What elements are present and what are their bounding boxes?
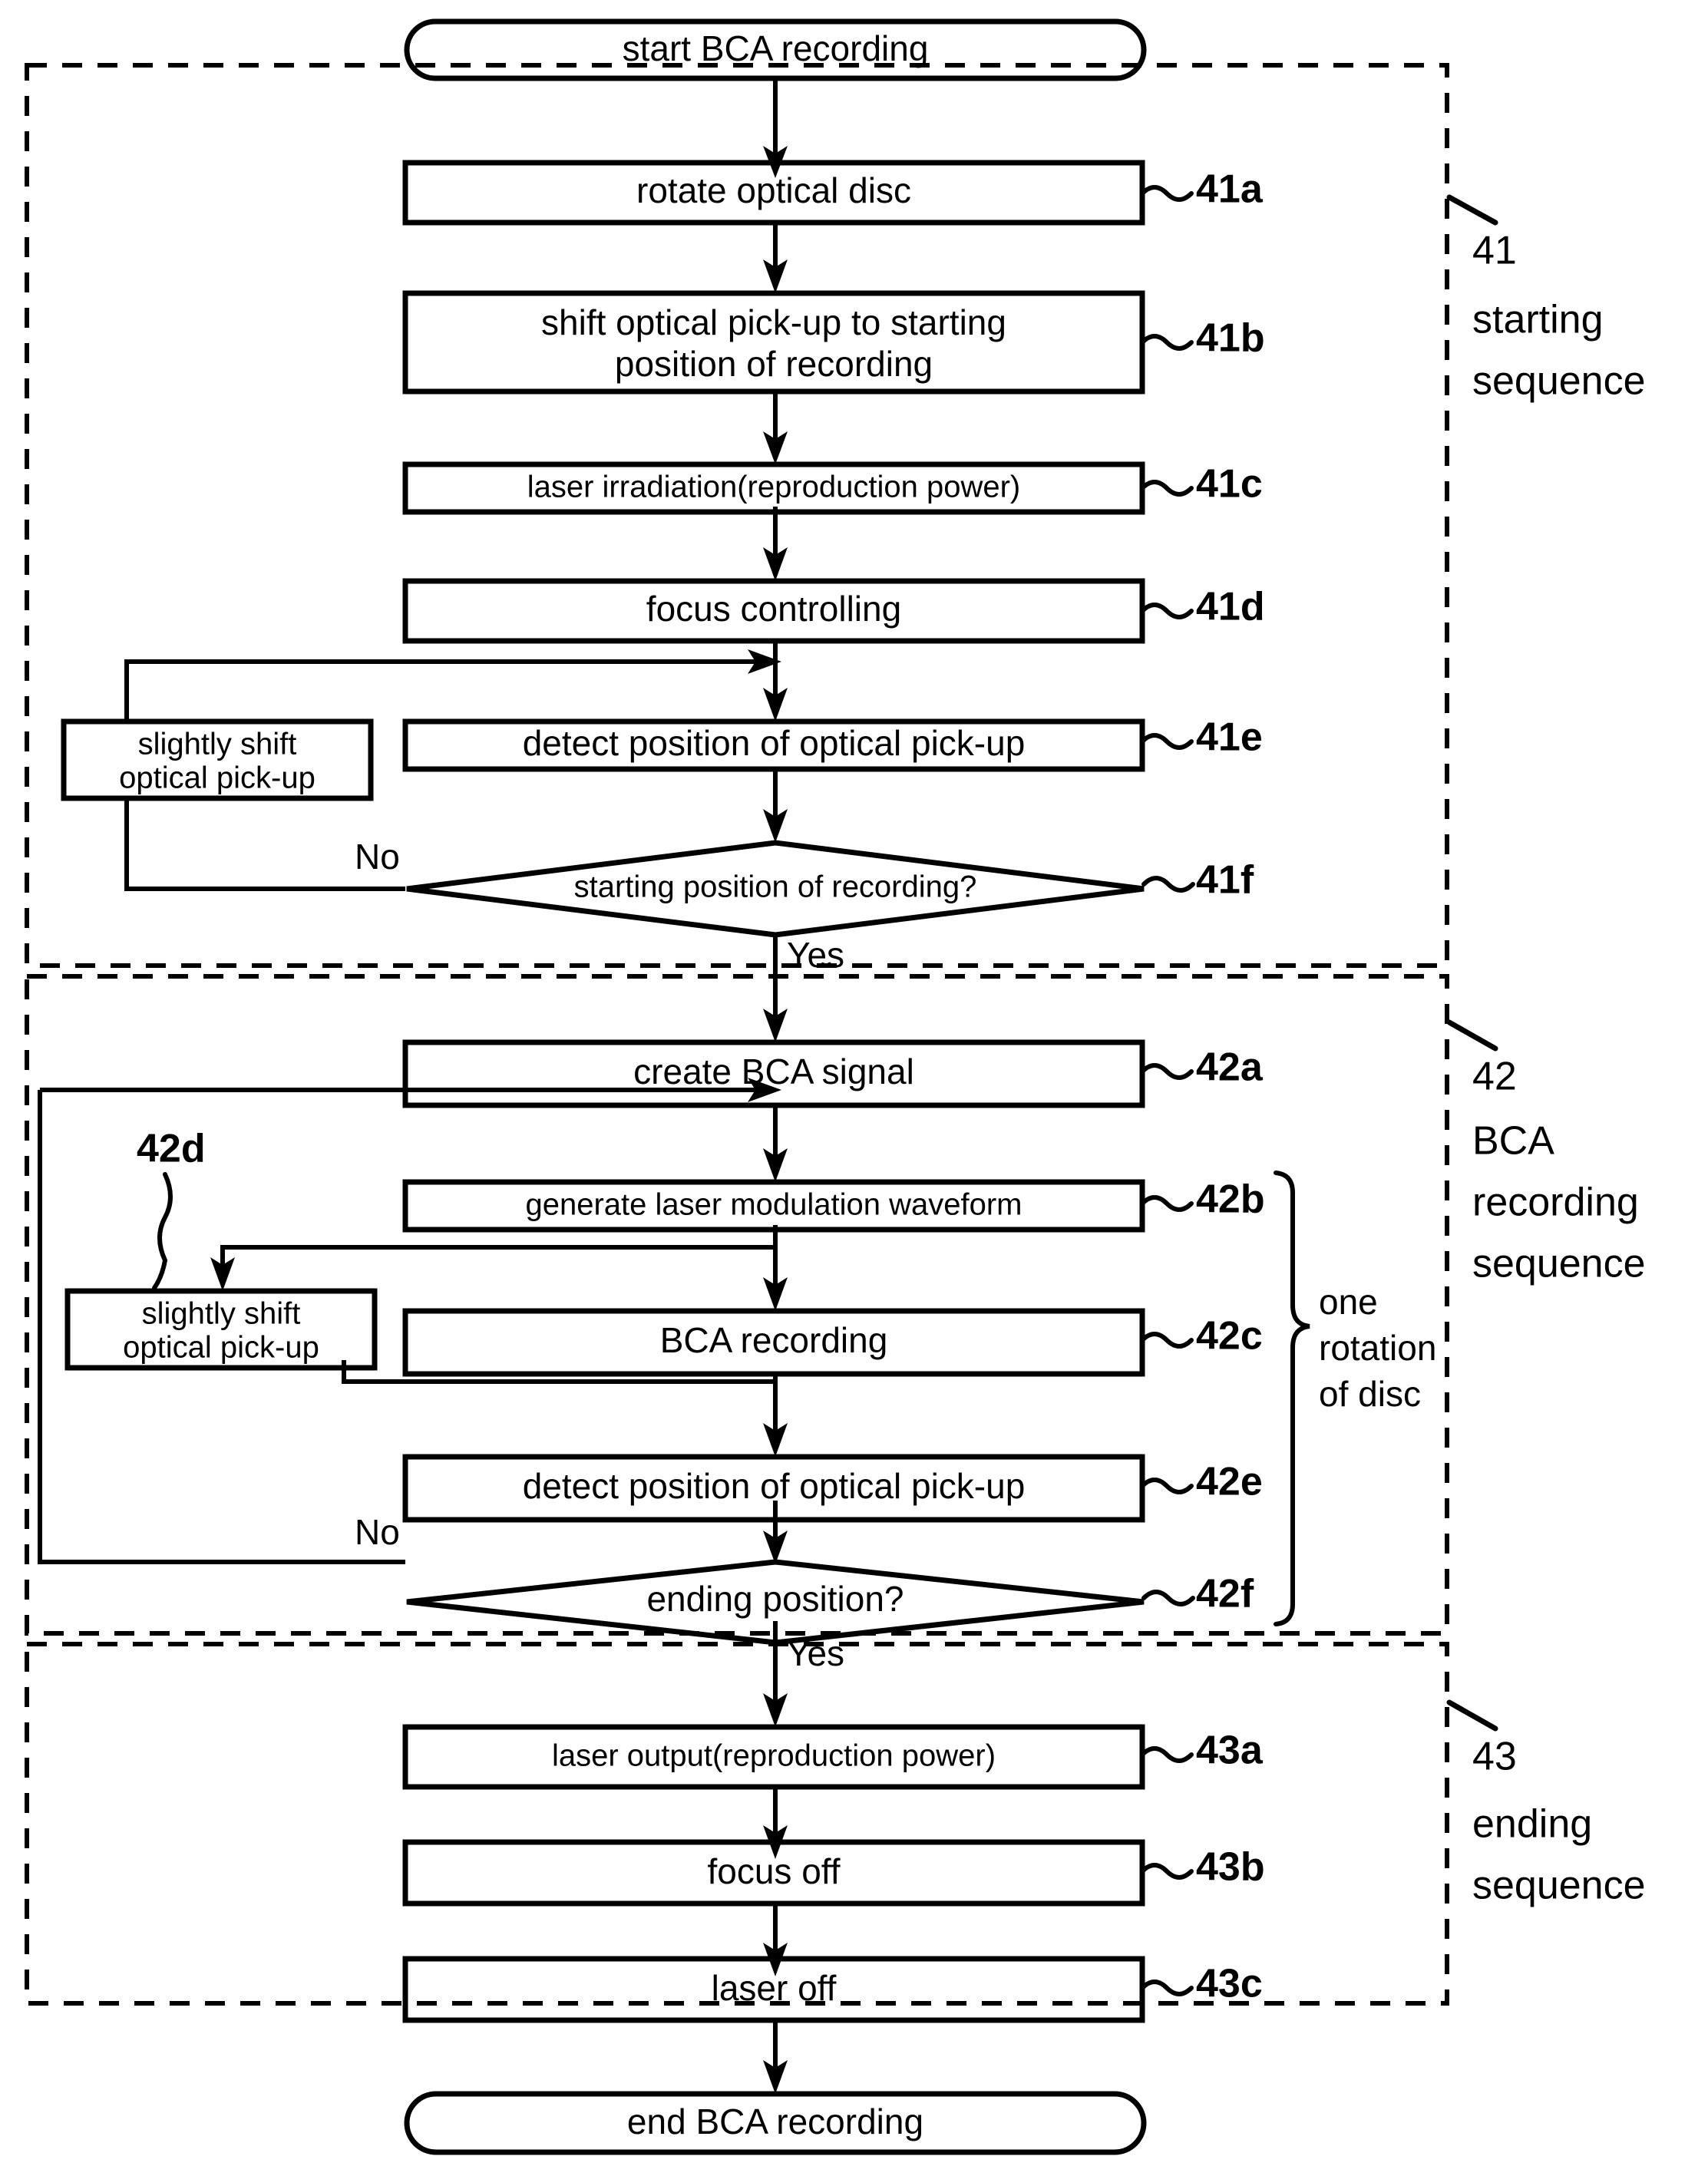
step-43c-label: laser off <box>712 1968 837 2008</box>
step-41d: focus controlling <box>402 578 1145 644</box>
decision-41f-label: starting position of recording? <box>574 870 977 904</box>
ref-41c: 41c <box>1140 462 1263 507</box>
ref-41e: 41e <box>1140 715 1263 760</box>
ref-42b: 42b <box>1140 1177 1265 1222</box>
ref-41e-label: 41e <box>1196 715 1263 760</box>
ref-43c: 43c <box>1140 1962 1263 2006</box>
terminal-start: start BCA recording <box>404 18 1147 81</box>
decision-42f-label: ending position? <box>646 1579 904 1619</box>
section-41-name-2: sequence <box>1472 359 1646 404</box>
terminal-end: end BCA recording <box>404 2091 1147 2155</box>
step-42a-label: create BCA signal <box>633 1052 914 1091</box>
step-43a-label: laser output(reproduction power) <box>552 1739 996 1773</box>
step-43a: laser output(reproduction power) <box>402 1724 1145 1790</box>
step-42a: create BCA signal <box>402 1039 1145 1108</box>
ref-41d: 41d <box>1140 585 1265 629</box>
ref-41c-label: 41c <box>1196 462 1263 507</box>
ref-41a: 41a <box>1140 167 1264 212</box>
ref-43a: 43a <box>1140 1729 1264 1773</box>
section-42-name-1: BCA <box>1472 1119 1554 1164</box>
decision-41f: starting position of recording? <box>406 840 1145 938</box>
section-43-label: 43 ending sequence <box>1446 1699 1646 1908</box>
step-41d-label: focus controlling <box>646 589 901 629</box>
step-42c: BCA recording <box>402 1308 1145 1377</box>
ref-42d-label: 42d <box>137 1127 206 1171</box>
ref-42f: 42f <box>1141 1572 1254 1616</box>
section-42-name-2: recording <box>1472 1180 1639 1225</box>
ref-43b: 43b <box>1140 1845 1265 1890</box>
step-42e-label: detect position of optical pick-up <box>523 1466 1026 1506</box>
section-43-name-2: sequence <box>1472 1864 1646 1908</box>
step-41-slightly-shift: slightly shift optical pick-up <box>61 718 374 801</box>
step-41e: detect position of optical pick-up <box>402 718 1145 772</box>
branch-label-yes-42: Yes <box>787 1633 844 1673</box>
step-42b: generate laser modulation waveform <box>402 1179 1145 1233</box>
section-42-ref: 42 <box>1472 1055 1517 1099</box>
step-42d-label-line1: slightly shift <box>142 1297 301 1331</box>
one-rotation-line1: one <box>1319 1282 1378 1322</box>
step-42b-label: generate laser modulation waveform <box>525 1188 1022 1222</box>
step-43b: focus off <box>402 1839 1145 1907</box>
branch-label-no-41: No <box>355 837 400 877</box>
ref-41d-label: 41d <box>1196 585 1265 629</box>
step-41-shift-label-line2: optical pick-up <box>119 761 316 795</box>
ref-41a-label: 41a <box>1196 167 1264 212</box>
ref-42a-label: 42a <box>1196 1045 1264 1090</box>
ref-41f-label: 41f <box>1196 858 1254 903</box>
step-42c-label: BCA recording <box>660 1320 888 1360</box>
section-42-label: 42 BCA recording sequence <box>1446 1019 1646 1286</box>
one-rotation-line2: rotation <box>1319 1328 1436 1368</box>
step-41b: shift optical pick-up to starting positi… <box>402 290 1145 395</box>
step-41a-label: rotate optical disc <box>636 170 911 210</box>
step-41c: laser irradiation(reproduction power) <box>402 461 1145 515</box>
one-rotation-line3: of disc <box>1319 1374 1421 1414</box>
section-43-name-1: ending <box>1472 1802 1592 1847</box>
step-41b-label-line2: position of recording <box>615 344 933 384</box>
ref-43b-label: 43b <box>1196 1845 1265 1890</box>
section-43-ref: 43 <box>1472 1735 1517 1779</box>
ref-43c-label: 43c <box>1196 1962 1263 2006</box>
terminal-end-label: end BCA recording <box>627 2102 923 2141</box>
ref-41b: 41b <box>1140 316 1265 361</box>
ref-42f-label: 42f <box>1196 1572 1254 1616</box>
ref-42c-label: 42c <box>1196 1314 1263 1359</box>
branch-label-no-42: No <box>355 1512 400 1552</box>
branch-label-yes-41: Yes <box>787 935 844 975</box>
step-42d-label-line2: optical pick-up <box>123 1331 319 1365</box>
step-41e-label: detect position of optical pick-up <box>523 723 1026 763</box>
one-rotation-brace: one rotation of disc <box>1274 1171 1436 1626</box>
step-41-shift-label-line1: slightly shift <box>138 728 297 761</box>
ref-41b-label: 41b <box>1196 316 1265 361</box>
step-42d: slightly shift optical pick-up <box>64 1288 378 1371</box>
step-43b-label: focus off <box>707 1851 840 1891</box>
section-41-ref: 41 <box>1472 229 1517 273</box>
flowchart-canvas: start BCA recording rotate optical disc … <box>0 0 1708 2176</box>
section-41-name-1: starting <box>1472 298 1604 342</box>
section-41-label: 41 starting sequence <box>1446 194 1646 404</box>
ref-42b-label: 42b <box>1196 1177 1265 1222</box>
ref-42e-label: 42e <box>1196 1460 1263 1504</box>
ref-43a-label: 43a <box>1196 1729 1264 1773</box>
step-41c-label: laser irradiation(reproduction power) <box>527 471 1021 504</box>
ref-41f: 41f <box>1141 858 1254 903</box>
ref-42d: 42d <box>137 1127 206 1290</box>
step-41a: rotate optical disc <box>402 160 1145 226</box>
section-43-boundary <box>25 1642 1449 2006</box>
step-41b-label-line1: shift optical pick-up to starting <box>541 302 1006 342</box>
ref-42e: 42e <box>1140 1460 1263 1504</box>
section-42-name-3: sequence <box>1472 1242 1646 1286</box>
ref-42a: 42a <box>1140 1045 1264 1090</box>
step-43c: laser off <box>402 1956 1145 2023</box>
terminal-start-label: start BCA recording <box>623 28 929 68</box>
ref-42c: 42c <box>1140 1314 1263 1359</box>
